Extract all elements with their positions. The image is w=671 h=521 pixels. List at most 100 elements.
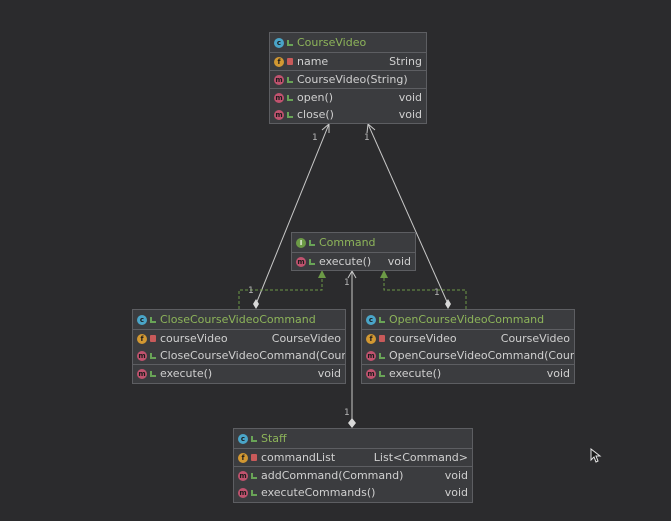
aggregation-diamond-staff [348,418,356,428]
field-icon: f [137,333,147,344]
association-close-to-coursevideo[interactable] [255,122,330,305]
methods-section: m execute() void [292,253,415,270]
public-visibility-icon [251,472,257,479]
interface-name: Command [319,236,376,249]
method-name: execute() [160,367,213,380]
method-row[interactable]: m execute() void [133,365,345,382]
class-header: I Command [292,233,415,253]
method-return-type: void [398,91,422,104]
class-icon: c [238,433,248,444]
method-return-type: void [398,108,422,121]
public-visibility-icon [379,370,385,377]
multiplicity-close-target: 1 [312,133,318,143]
public-visibility-icon [150,370,156,377]
class-opencoursevideocommand[interactable]: c OpenCourseVideoCommand f courseVideo C… [361,309,575,384]
method-icon: m [274,92,284,103]
private-visibility-icon [251,454,257,461]
multiplicity-close-source: 1 [248,286,254,296]
constructor-row[interactable]: m CourseVideo(String) [270,71,426,88]
method-icon: m [137,368,147,379]
class-staff[interactable]: c Staff f commandList List<Command> m ad… [233,428,473,503]
diagram-canvas: 1 1 1 1 1 1 c CourseVideo f name String … [0,0,671,521]
class-header: c OpenCourseVideoCommand [362,310,574,330]
aggregation-diamond-close [253,299,259,309]
class-icon: c [274,37,284,48]
field-type: CourseVideo [271,332,341,345]
public-visibility-icon [287,39,293,46]
class-name: OpenCourseVideoCommand [389,313,545,326]
fields-section: f name String [270,53,426,71]
method-icon: m [366,368,376,379]
field-name: commandList [261,451,336,464]
field-type: List<Command> [373,451,468,464]
method-row[interactable]: m execute() void [292,253,415,270]
method-return-type: void [317,367,341,380]
multiplicity-staff-target: 1 [344,278,350,288]
field-row[interactable]: f name String [270,53,426,70]
public-visibility-icon [287,111,293,118]
fields-section: f courseVideo CourseVideo m OpenCourseVi… [362,330,574,365]
multiplicity-open-source: 1 [434,288,440,298]
public-visibility-icon [379,352,385,359]
fields-section: f courseVideo CourseVideo m CloseCourseV… [133,330,345,365]
interface-command[interactable]: I Command m execute() void [291,232,416,271]
method-return-type: void [387,255,411,268]
method-icon: m [238,487,248,498]
method-row[interactable]: m executeCommands() void [234,484,472,501]
public-visibility-icon [309,258,315,265]
method-row[interactable]: m addCommand(Command) void [234,467,472,484]
field-type: CourseVideo [500,332,570,345]
class-header: c Staff [234,429,472,449]
field-row[interactable]: f commandList List<Command> [234,449,472,466]
private-visibility-icon [150,335,156,342]
methods-section: m execute() void [362,365,574,382]
realization-open-to-command[interactable] [383,277,467,309]
class-header: c CourseVideo [270,33,426,53]
field-row[interactable]: f courseVideo CourseVideo [133,330,345,347]
field-type: String [389,55,422,68]
constructor-row[interactable]: m CloseCourseVideoCommand(Cours [133,347,345,364]
public-visibility-icon [150,316,156,323]
field-icon: f [366,333,376,344]
method-row[interactable]: m execute() void [362,365,574,382]
method-icon: m [137,350,147,361]
interface-icon: I [296,237,306,248]
private-visibility-icon [287,58,293,65]
constructors-section: m CourseVideo(String) [270,71,426,89]
field-icon: f [274,56,284,67]
association-open-to-coursevideo[interactable] [366,123,449,305]
public-visibility-icon [251,435,257,442]
method-row[interactable]: m open() void [270,89,426,106]
field-name: courseVideo [389,332,457,345]
field-name: name [297,55,329,68]
method-name: open() [297,91,334,104]
method-return-type: void [444,486,468,499]
field-name: courseVideo [160,332,228,345]
class-coursevideo[interactable]: c CourseVideo f name String m CourseVide… [269,32,427,124]
method-name: execute() [389,367,442,380]
field-row[interactable]: f courseVideo CourseVideo [362,330,574,347]
public-visibility-icon [309,239,315,246]
field-icon: f [238,452,248,463]
class-icon: c [366,314,376,325]
public-visibility-icon [379,316,385,323]
realization-arrowhead-open [380,270,388,278]
method-icon: m [296,256,306,267]
constructor-name: OpenCourseVideoCommand(Cours [389,349,574,362]
methods-section: m open() void m close() void [270,89,426,123]
method-name: execute() [319,255,372,268]
constructor-row[interactable]: m OpenCourseVideoCommand(Cours [362,347,574,364]
association-staff-to-command[interactable] [347,269,357,419]
method-icon: m [366,350,376,361]
fields-section: f commandList List<Command> [234,449,472,467]
constructor-name: CloseCourseVideoCommand(Cours [160,349,345,362]
method-row[interactable]: m close() void [270,106,426,123]
class-name: CloseCourseVideoCommand [160,313,316,326]
class-icon: c [137,314,147,325]
public-visibility-icon [287,76,293,83]
method-return-type: void [546,367,570,380]
mouse-pointer-icon [590,448,602,463]
multiplicity-open-target: 1 [364,133,370,143]
class-closecoursevideocommand[interactable]: c CloseCourseVideoCommand f courseVideo … [132,309,346,384]
method-icon: m [238,470,248,481]
